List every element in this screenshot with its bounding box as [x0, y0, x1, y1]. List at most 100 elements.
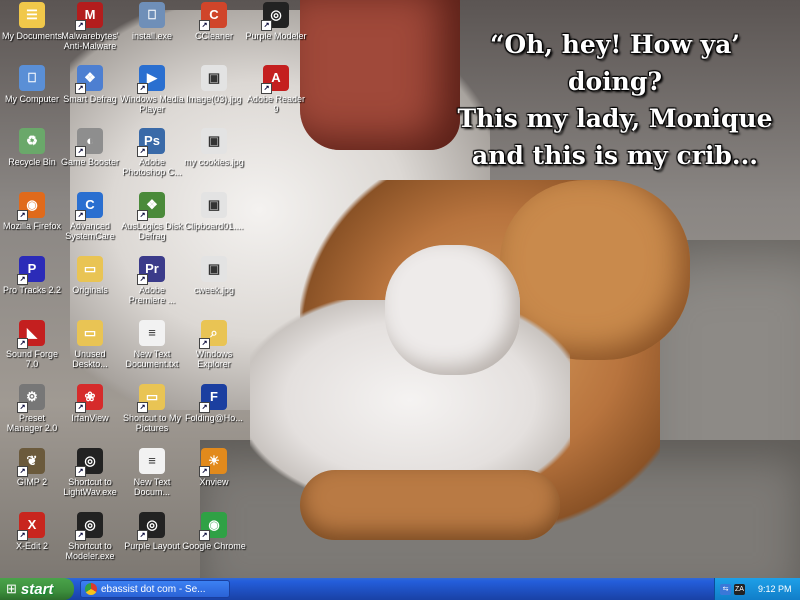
- system-tray: ⇆ ZA 9:12 PM: [714, 578, 800, 600]
- desktop-icon[interactable]: ▶Windows Media Player: [120, 65, 184, 114]
- adobe-reader-icon: A: [261, 65, 289, 94]
- desktop-icon[interactable]: AAdobe Reader 9: [244, 65, 308, 114]
- malwarebytes-icon: M: [75, 2, 103, 31]
- wallpaper-white-cat-head: [385, 245, 520, 375]
- auslogics-icon: ❖: [137, 192, 165, 221]
- desktop-icon[interactable]: ▭Shortcut to My Pictures: [120, 384, 184, 433]
- desktop-icon[interactable]: ▭ Originals: [58, 256, 122, 295]
- desktop-icon-label: Purple Layout: [124, 541, 180, 551]
- desktop-icon[interactable]: ⚙Preset Manager 2.0: [0, 384, 64, 433]
- desktop-icon[interactable]: ⎕ My Computer: [0, 65, 64, 104]
- desktop-icon-label: Windows Explorer: [195, 349, 233, 369]
- wallpaper-pillow: [300, 0, 460, 150]
- start-label: start: [20, 580, 54, 598]
- folder-documents-icon: ☰: [19, 2, 45, 28]
- desktop-icon-label: my cookies.jpg: [184, 157, 244, 167]
- desktop-icon-label: IrfanView: [71, 413, 109, 423]
- desktop-icon[interactable]: ▣ cweek.jpg: [182, 256, 246, 295]
- desktop-icon[interactable]: ▣ Clipboard01....: [182, 192, 246, 231]
- folder-icon: ▭: [77, 256, 103, 282]
- desktop-icon[interactable]: ▭ Unused Deskto...: [58, 320, 122, 369]
- desktop-icon[interactable]: ❀IrfanView: [58, 384, 122, 423]
- pro-tracks-icon: P: [17, 256, 45, 285]
- desktop-icon[interactable]: XX-Edit 2: [0, 512, 64, 551]
- text-document-icon: ≡: [139, 448, 165, 474]
- start-button[interactable]: ⊞ start: [0, 578, 74, 600]
- desktop-icon[interactable]: CAdvanced SystemCare: [58, 192, 122, 241]
- network-icon[interactable]: ⇆: [720, 583, 731, 595]
- xnview-icon: ☀: [199, 448, 227, 477]
- google-chrome-icon: ◉: [199, 512, 227, 541]
- desktop-icon-label: New Text Document.txt: [125, 349, 179, 369]
- desktop-icon-label: AusLogics Disk Defrag: [121, 221, 183, 241]
- desktop-icon[interactable]: ≡ New Text Document.txt: [120, 320, 184, 369]
- desktop-icon[interactable]: ☀Xnview: [182, 448, 246, 487]
- desktop-icon[interactable]: ◉Mozilla Firefox: [0, 192, 64, 231]
- taskbar-button-chrome[interactable]: ebassist dot com - Se...: [80, 580, 230, 598]
- desktop-icon[interactable]: ⎕ install.exe: [120, 2, 184, 41]
- ccleaner-icon: C: [199, 2, 227, 31]
- desktop-icon[interactable]: ❦GIMP 2: [0, 448, 64, 487]
- my-pictures-icon: ▭: [137, 384, 165, 413]
- desktop-icon[interactable]: PrAdobe Premiere ...: [120, 256, 184, 305]
- gimp-icon: ❦: [17, 448, 45, 477]
- game-booster-icon: ◐: [75, 128, 103, 157]
- folder-icon: ▭: [77, 320, 103, 346]
- desktop-icon[interactable]: ◉Google Chrome: [182, 512, 246, 551]
- smart-defrag-icon: ❖: [75, 65, 103, 94]
- desktop-icon[interactable]: PsAdobe Photoshop C...: [120, 128, 184, 177]
- desktop-icon-label: Windows Media Player: [120, 94, 184, 114]
- desktop-icon[interactable]: ☰ My Documents: [0, 2, 64, 41]
- image-file-icon: ▣: [201, 192, 227, 218]
- desktop-icon-label: New Text Docum...: [133, 477, 171, 497]
- taskbar: ⊞ start ebassist dot com - Se... ⇆ ZA 9:…: [0, 578, 800, 600]
- desktop-icon[interactable]: ◐Game Booster: [58, 128, 122, 167]
- desktop-icon-label: Adobe Reader 9: [246, 94, 306, 114]
- caption-line: This my lady, Monique: [457, 104, 773, 133]
- windows-flag-icon: ⊞: [6, 581, 17, 596]
- desktop-icon[interactable]: ◣Sound Forge 7.0: [0, 320, 64, 369]
- clock[interactable]: 9:12 PM: [758, 584, 792, 594]
- lightwave-icon: ◎: [75, 448, 103, 477]
- desktop-icon[interactable]: FFolding@Ho...: [182, 384, 246, 423]
- photoshop-icon: Ps: [137, 128, 165, 157]
- modeler-icon: ◎: [75, 512, 103, 541]
- taskbar-button-label: ebassist dot com - Se...: [101, 583, 206, 595]
- desktop-icon-label: Shortcut to Modeler.exe: [65, 541, 115, 561]
- desktop-icon-label: Shortcut to LightWav.exe: [63, 477, 117, 497]
- desktop-icon[interactable]: CCCleaner: [182, 2, 246, 41]
- desktop-icon-label: Purple Modeler: [245, 31, 307, 41]
- desktop-icon[interactable]: ▣ Image(03).jpg: [182, 65, 246, 104]
- caption-line: and this is my crib...: [472, 141, 758, 170]
- desktop-icon-label: Originals: [72, 285, 108, 295]
- desktop-icon[interactable]: ♻ Recycle Bin: [0, 128, 64, 167]
- desktop-icon[interactable]: ❖AusLogics Disk Defrag: [120, 192, 184, 241]
- desktop-icon[interactable]: ❖Smart Defrag: [58, 65, 122, 104]
- desktop-icon-label: Game Booster: [60, 157, 120, 167]
- desktop-icon[interactable]: ≡ New Text Docum...: [120, 448, 184, 497]
- desktop-icon-label: install.exe: [131, 31, 173, 41]
- advanced-systemcare-icon: C: [75, 192, 103, 221]
- desktop-icon-label: Malwarebytes' Anti-Malware: [61, 31, 119, 51]
- desktop-icon-label: Folding@Ho...: [185, 413, 243, 423]
- desktop-icon[interactable]: ◎Shortcut to LightWav.exe: [58, 448, 122, 497]
- desktop-icon[interactable]: ▣ my cookies.jpg: [182, 128, 246, 167]
- zonealarm-icon[interactable]: ZA: [734, 583, 745, 595]
- wallpaper-caption: “Oh, hey! How ya’ doing? This my lady, M…: [440, 26, 790, 174]
- desktop-icon[interactable]: PPro Tracks 2.2: [0, 256, 64, 295]
- desktop-icon[interactable]: MMalwarebytes' Anti-Malware: [58, 2, 122, 51]
- desktop-icon-label: GIMP 2: [16, 477, 48, 487]
- desktop-icon[interactable]: ◎Purple Modeler: [244, 2, 308, 41]
- image-file-icon: ▣: [201, 256, 227, 282]
- desktop-icon-label: Sound Forge 7.0: [5, 349, 59, 369]
- desktop-icon[interactable]: ◎Purple Layout: [120, 512, 184, 551]
- desktop-icon-label: cweek.jpg: [193, 285, 235, 295]
- desktop-icon-label: Adobe Premiere ...: [128, 285, 176, 305]
- desktop-icon[interactable]: ◎Shortcut to Modeler.exe: [58, 512, 122, 561]
- desktop[interactable]: “Oh, hey! How ya’ doing? This my lady, M…: [0, 0, 800, 578]
- irfanview-icon: ❀: [75, 384, 103, 413]
- desktop-icon[interactable]: ⌕Windows Explorer: [182, 320, 246, 369]
- desktop-icon-label: Mozilla Firefox: [2, 221, 61, 231]
- windows-explorer-icon: ⌕: [199, 320, 227, 349]
- sound-forge-icon: ◣: [17, 320, 45, 349]
